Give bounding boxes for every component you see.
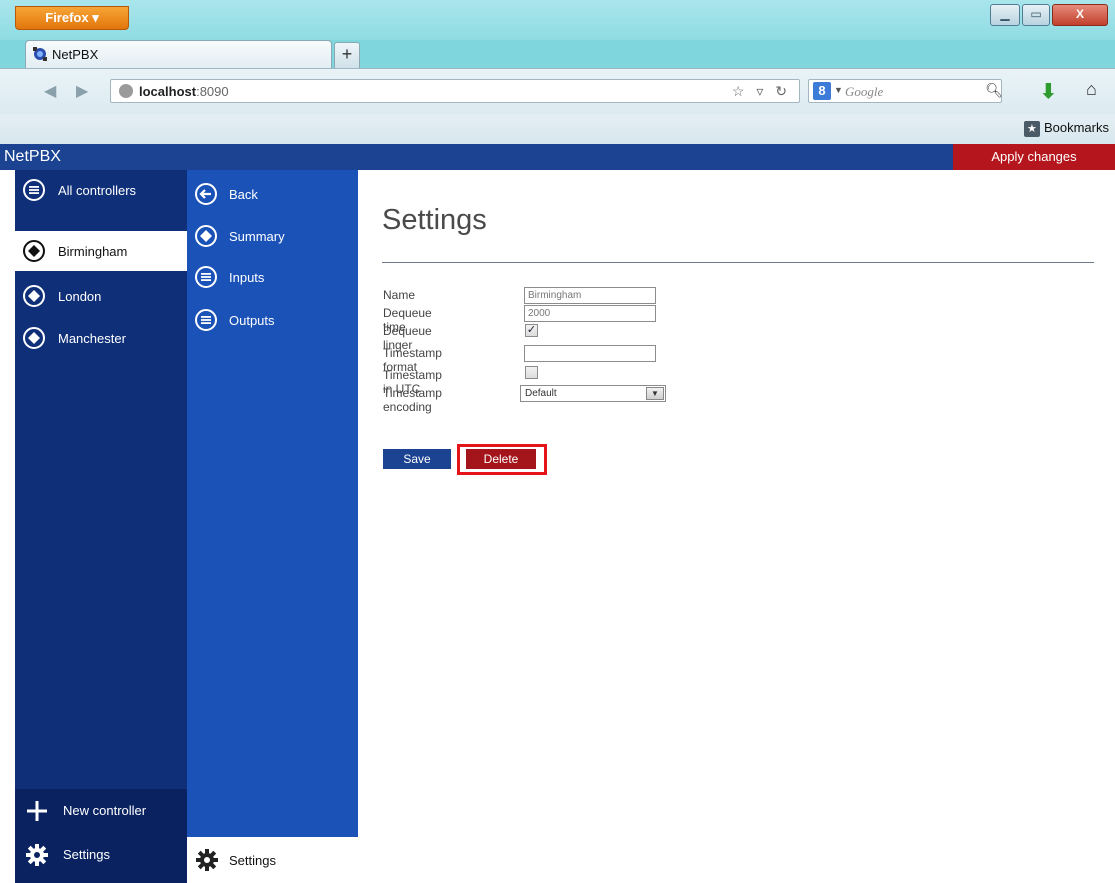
back-arrow-icon[interactable]: ◀: [44, 81, 56, 101]
tab-title: NetPBX: [52, 47, 99, 62]
new-tab-button[interactable]: +: [334, 42, 360, 68]
navigation-bar: ◀ ▶ localhost:8090 ☆ ▿ ↻ 8 ▼ Google 🔍︎ ⬇…: [0, 68, 1115, 114]
controller-item-manchester[interactable]: Manchester: [15, 318, 187, 358]
timestamp-format-field[interactable]: [524, 345, 656, 362]
home-icon[interactable]: ⌂: [1086, 79, 1097, 100]
page-title: Settings: [382, 204, 487, 236]
search-bar[interactable]: 8 ▼ Google 🔍︎: [808, 79, 1003, 103]
minimize-button[interactable]: ▁: [990, 4, 1020, 26]
name-field[interactable]: Birmingham: [524, 287, 656, 304]
tab-strip: NetPBX +: [0, 36, 1115, 68]
submenu-label: Back: [229, 187, 258, 202]
engine-dropdown-icon[interactable]: ▼: [834, 85, 843, 95]
firefox-menu-button[interactable]: Firefox ▾: [15, 6, 129, 30]
google-icon[interactable]: 8: [813, 82, 831, 100]
url-text: localhost:8090: [139, 84, 229, 99]
submenu-label: Inputs: [229, 270, 265, 285]
bookmarks-menu[interactable]: ★ Bookmarks: [1023, 120, 1109, 137]
controller-item-london[interactable]: London: [15, 276, 187, 316]
controller-label: Birmingham: [58, 244, 128, 259]
timestamp-utc-checkbox[interactable]: [525, 366, 538, 379]
list-icon: [23, 179, 45, 201]
new-controller-button[interactable]: New controller: [15, 789, 187, 833]
app-window: NetPBX Apply changes All controllers Bir…: [0, 144, 1115, 883]
plus-icon: [27, 801, 47, 821]
bookmark-star-icon[interactable]: ☆ ▿ ↻: [732, 83, 791, 100]
diamond-icon: [195, 225, 217, 247]
chevron-down-icon: ▼: [646, 387, 664, 400]
controller-label: London: [58, 289, 102, 304]
app-header: NetPBX Apply changes: [0, 144, 1115, 170]
close-button[interactable]: X: [1052, 4, 1108, 26]
maximize-button[interactable]: ▭: [1022, 4, 1050, 26]
diamond-icon: [23, 285, 45, 307]
globe-icon: [119, 84, 133, 98]
list-icon: [195, 266, 217, 288]
app-title: NetPBX: [4, 148, 61, 165]
settings-page: Settings Name Birmingham Dequeue time 20…: [358, 170, 1115, 883]
submenu-outputs[interactable]: Outputs: [187, 300, 358, 340]
back-arrow-circle-icon: [195, 183, 217, 205]
submenu-label: Outputs: [229, 313, 275, 328]
bookmarks-star-icon: ★: [1023, 121, 1040, 137]
tab-netpbx[interactable]: NetPBX: [25, 40, 332, 68]
new-controller-label: New controller: [63, 803, 147, 818]
dequeue-linger-checkbox[interactable]: ✓: [525, 324, 538, 337]
all-controllers-item[interactable]: All controllers: [15, 170, 187, 210]
controllers-sidebar: All controllers Birmingham London Manche…: [15, 170, 187, 883]
submenu-back[interactable]: Back: [187, 174, 358, 214]
search-placeholder: Google: [845, 84, 884, 99]
save-button[interactable]: Save: [383, 449, 451, 469]
global-settings-button[interactable]: Settings: [15, 833, 187, 883]
download-icon[interactable]: ⬇: [1040, 79, 1057, 104]
diamond-icon: [23, 240, 45, 262]
timestamp-encoding-label: Timestamp encoding: [383, 386, 442, 414]
controller-item-birmingham[interactable]: Birmingham: [15, 231, 187, 271]
dequeue-time-field[interactable]: 2000: [524, 305, 656, 322]
settings-label: Settings: [229, 853, 276, 868]
all-controllers-label: All controllers: [58, 183, 137, 198]
gear-icon: [26, 844, 48, 866]
apply-changes-button[interactable]: Apply changes: [953, 144, 1115, 170]
submenu-inputs[interactable]: Inputs: [187, 257, 358, 297]
controller-label: Manchester: [58, 331, 126, 346]
bookmarks-bar: ★ Bookmarks: [0, 114, 1115, 144]
submenu-summary[interactable]: Summary: [187, 216, 358, 256]
controller-settings-item[interactable]: Settings: [187, 837, 358, 883]
delete-button[interactable]: Delete: [466, 449, 536, 469]
diamond-icon: [23, 327, 45, 349]
gear-icon: [196, 849, 218, 871]
title-divider: [382, 262, 1094, 263]
url-bar[interactable]: localhost:8090 ☆ ▿ ↻: [110, 79, 800, 103]
name-label: Name: [383, 288, 416, 302]
forward-arrow-icon[interactable]: ▶: [76, 81, 88, 101]
settings-label: Settings: [63, 847, 110, 862]
search-icon[interactable]: 🔍︎: [985, 82, 1003, 99]
netpbx-favicon-icon: [33, 47, 47, 61]
controller-submenu: Back Summary Inputs Outputs Settings: [187, 170, 358, 883]
window-titlebar: Firefox ▾ ▁ ▭ X: [0, 0, 1115, 40]
submenu-label: Summary: [229, 229, 285, 244]
timestamp-encoding-value: Default: [525, 388, 557, 399]
list-icon: [195, 309, 217, 331]
timestamp-encoding-select[interactable]: Default ▼: [520, 385, 666, 402]
